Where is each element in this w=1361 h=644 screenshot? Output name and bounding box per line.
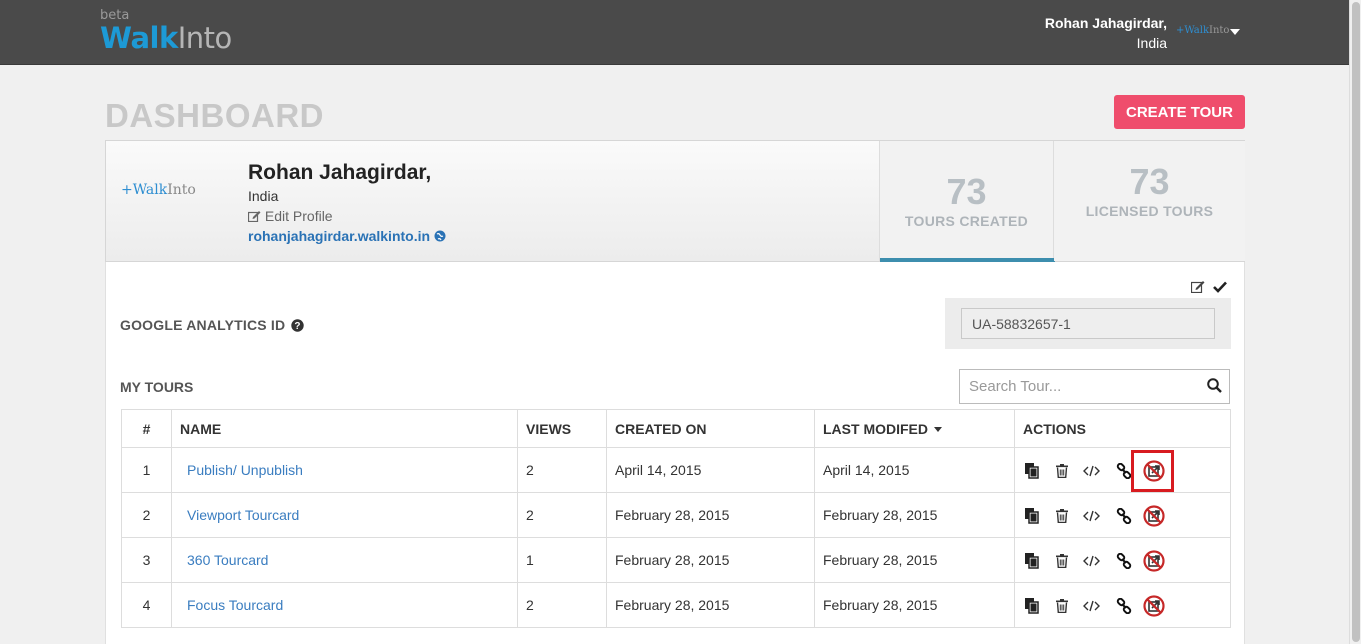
highlight-box: [1131, 450, 1174, 492]
profile-card: +WalkInto Rohan Jahagirdar, India Edit P…: [105, 140, 1245, 262]
table-header-row: # NAME VIEWS CREATED ON LAST MODIFED ACT…: [121, 409, 1231, 448]
row-index: 4: [121, 582, 172, 628]
trash-icon[interactable]: [1053, 462, 1070, 479]
row-modified: April 14, 2015: [814, 447, 1015, 493]
embed-code-icon[interactable]: [1083, 552, 1100, 569]
duplicate-icon[interactable]: [1023, 597, 1040, 614]
search-icon[interactable]: [1207, 378, 1222, 393]
analytics-id-container: [945, 298, 1231, 349]
user-country: India: [1136, 35, 1167, 51]
tour-name-link[interactable]: Focus Tourcard: [180, 597, 283, 613]
row-views: 2: [517, 492, 607, 538]
trash-icon[interactable]: [1053, 597, 1070, 614]
duplicate-icon[interactable]: [1023, 462, 1040, 479]
row-views: 2: [517, 582, 607, 628]
search-input[interactable]: [960, 370, 1200, 403]
column-header-index: #: [121, 409, 172, 448]
scrollbar-thumb[interactable]: [1352, 2, 1360, 642]
row-actions: [1014, 447, 1231, 493]
licensed-tours-stat[interactable]: 73 LICENSED TOURS: [1054, 141, 1245, 261]
top-nav-bar: beta WalkInto Rohan Jahagirdar, India +W…: [0, 0, 1349, 65]
profile-logo: +WalkInto: [121, 182, 196, 198]
column-header-modified[interactable]: LAST MODIFED: [814, 409, 1015, 448]
row-modified: February 28, 2015: [814, 492, 1015, 538]
tours-created-label: TOURS CREATED: [904, 213, 1029, 229]
licensed-tours-label: LICENSED TOURS: [1085, 203, 1214, 219]
unpublish-icon[interactable]: [1143, 595, 1165, 617]
page-scrollbar[interactable]: [1349, 0, 1361, 644]
link-icon[interactable]: [1115, 597, 1132, 614]
tour-name-link[interactable]: 360 Tourcard: [180, 552, 268, 568]
chevron-down-icon[interactable]: [1230, 29, 1240, 35]
table-row: 3 360 Tourcard 1 February 28, 2015 Febru…: [121, 537, 1231, 583]
licensed-tours-count: 73: [1129, 161, 1170, 202]
trash-icon[interactable]: [1053, 507, 1070, 524]
globe-icon: [434, 230, 446, 242]
row-created: February 28, 2015: [606, 492, 815, 538]
trash-icon[interactable]: [1053, 552, 1070, 569]
table-row: 1 Publish/ Unpublish 2 April 14, 2015 Ap…: [121, 447, 1231, 493]
row-index: 3: [121, 537, 172, 583]
tour-name-link[interactable]: Publish/ Unpublish: [180, 462, 303, 478]
table-row: 4 Focus Tourcard 2 February 28, 2015 Feb…: [121, 582, 1231, 628]
embed-code-icon[interactable]: [1083, 507, 1100, 524]
user-menu[interactable]: Rohan Jahagirdar, India: [1045, 13, 1167, 53]
unpublish-icon[interactable]: [1143, 550, 1165, 572]
tours-panel: GOOGLE ANALYTICS ID ? MY TOURS # NAME VI…: [105, 262, 1245, 644]
edit-icon: [247, 211, 261, 223]
analytics-tools: [1190, 280, 1227, 296]
user-name: Rohan Jahagirdar,: [1044, 15, 1167, 31]
svg-text:?: ?: [295, 321, 301, 332]
row-actions: [1014, 492, 1231, 538]
create-tour-button[interactable]: CREATE TOUR: [1114, 95, 1245, 129]
tour-name-link[interactable]: Viewport Tourcard: [180, 507, 299, 523]
user-avatar-logo[interactable]: +WalkInto: [1176, 25, 1229, 36]
row-actions: [1014, 582, 1231, 628]
my-tours-heading: MY TOURS: [120, 379, 194, 395]
row-created: February 28, 2015: [606, 537, 815, 583]
profile-site-link[interactable]: rohanjahagirdar.walkinto.in: [248, 228, 446, 244]
row-created: February 28, 2015: [606, 582, 815, 628]
duplicate-icon[interactable]: [1023, 507, 1040, 524]
analytics-id-field[interactable]: [961, 308, 1215, 339]
embed-code-icon[interactable]: [1083, 597, 1100, 614]
unpublish-icon[interactable]: [1143, 505, 1165, 527]
tours-table: # NAME VIEWS CREATED ON LAST MODIFED ACT…: [121, 409, 1231, 628]
link-icon[interactable]: [1115, 507, 1132, 524]
edit-icon[interactable]: [1190, 280, 1205, 294]
row-index: 2: [121, 492, 172, 538]
tours-created-stat[interactable]: 73 TOURS CREATED: [879, 141, 1055, 262]
analytics-label: GOOGLE ANALYTICS ID ?: [120, 317, 305, 333]
row-views: 1: [517, 537, 607, 583]
sort-desc-icon: [934, 427, 942, 433]
row-views: 2: [517, 447, 607, 493]
tours-created-count: 73: [946, 171, 987, 212]
page-title: DASHBOARD: [105, 97, 324, 134]
row-created: April 14, 2015: [606, 447, 815, 493]
edit-profile-link[interactable]: Edit Profile: [247, 208, 333, 224]
column-header-created[interactable]: CREATED ON: [606, 409, 815, 448]
duplicate-icon[interactable]: [1023, 552, 1040, 569]
row-actions: [1014, 537, 1231, 583]
column-header-name[interactable]: NAME: [171, 409, 518, 448]
row-modified: February 28, 2015: [814, 582, 1015, 628]
checkmark-icon[interactable]: [1212, 281, 1227, 293]
search-box: [959, 369, 1230, 404]
link-icon[interactable]: [1115, 552, 1132, 569]
link-icon[interactable]: [1115, 462, 1132, 479]
profile-name: Rohan Jahagirdar,: [248, 161, 432, 184]
column-header-actions: ACTIONS: [1014, 409, 1231, 448]
row-index: 1: [121, 447, 172, 493]
embed-code-icon[interactable]: [1083, 462, 1100, 479]
column-header-views[interactable]: VIEWS: [517, 409, 607, 448]
profile-country: India: [248, 188, 279, 204]
help-icon[interactable]: ?: [291, 319, 305, 332]
row-modified: February 28, 2015: [814, 537, 1015, 583]
table-row: 2 Viewport Tourcard 2 February 28, 2015 …: [121, 492, 1231, 538]
